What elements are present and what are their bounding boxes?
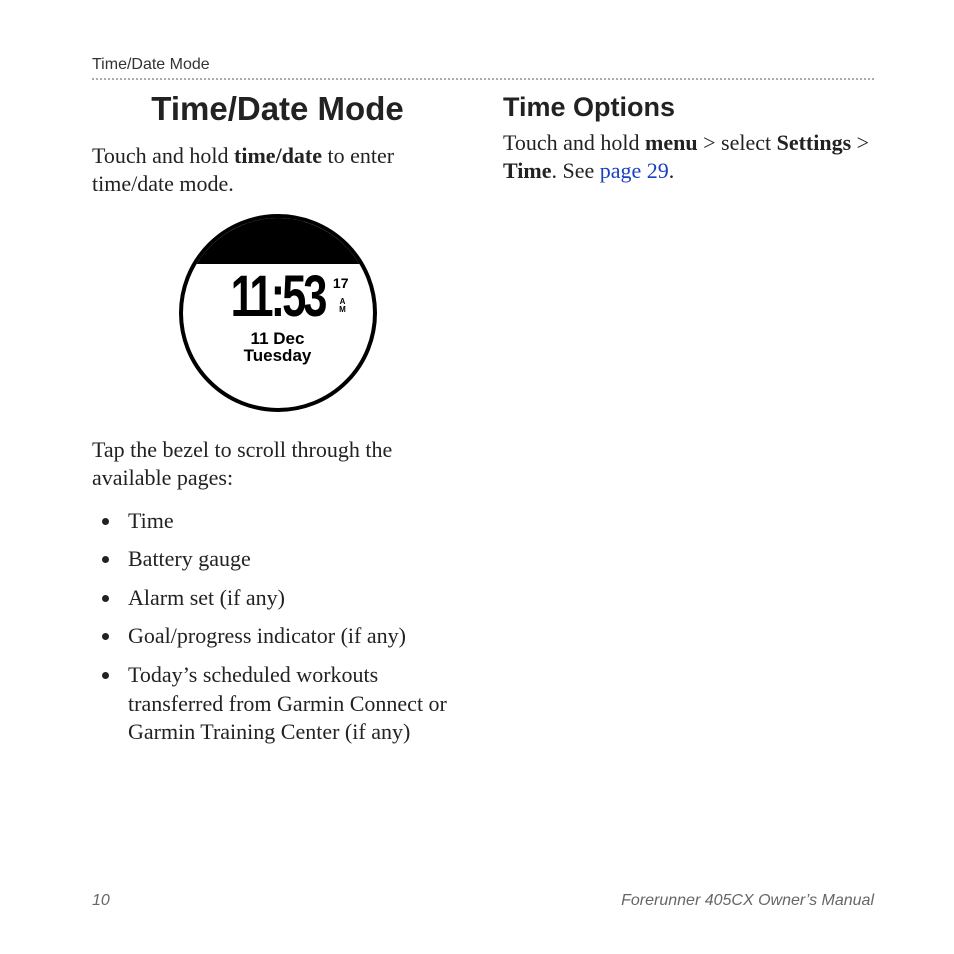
time-options-paragraph: Touch and hold menu > select Settings > …: [503, 129, 874, 185]
manual-page: Time/Date Mode Time/Date Mode Touch and …: [0, 0, 954, 954]
intro-paragraph: Touch and hold time/date to enter time/d…: [92, 142, 463, 198]
text: Touch and hold: [503, 130, 645, 155]
watch-ampm: A M: [337, 298, 349, 314]
text: . See: [551, 158, 599, 183]
page-number: 10: [92, 892, 110, 910]
left-column: Time/Date Mode Touch and hold time/date …: [92, 84, 463, 757]
list-item: Goal/progress indicator (if any): [122, 622, 463, 651]
watch-face-illustration: 11:53 17 A M 11 Dec Tuesday: [179, 214, 377, 412]
text: .: [669, 158, 675, 183]
page-footer: 10 Forerunner 405CX Owner’s Manual: [92, 892, 874, 910]
text: >: [851, 130, 869, 155]
list-item: Time: [122, 507, 463, 536]
list-item: Today’s scheduled workouts transferred f…: [122, 661, 463, 747]
bold-settings: Settings: [777, 130, 852, 155]
watch-time: 11:53: [231, 268, 325, 326]
list-item: Battery gauge: [122, 545, 463, 574]
section-title-time-options: Time Options: [503, 92, 874, 123]
intro-bold-time-date: time/date: [234, 143, 322, 168]
watch-top-arc: [179, 214, 377, 264]
watch-ampm-m: M: [339, 305, 346, 314]
watch-time-row: 11:53 17 A M: [183, 268, 373, 326]
text: > select: [698, 130, 777, 155]
watch-date: 11 Dec: [183, 330, 373, 347]
running-header: Time/Date Mode: [92, 56, 874, 80]
columns: Time/Date Mode Touch and hold time/date …: [92, 84, 874, 757]
bold-time: Time: [503, 158, 551, 183]
page-link-29[interactable]: page 29: [600, 158, 669, 183]
watch-weekday: Tuesday: [183, 347, 373, 365]
watch-date-row: 11 Dec Tuesday: [183, 330, 373, 365]
scroll-intro-paragraph: Tap the bezel to scroll through the avai…: [92, 436, 463, 492]
bold-menu: menu: [645, 130, 698, 155]
pages-list: Time Battery gauge Alarm set (if any) Go…: [92, 507, 463, 747]
manual-title-footer: Forerunner 405CX Owner’s Manual: [621, 892, 874, 910]
right-column: Time Options Touch and hold menu > selec…: [503, 84, 874, 757]
list-item: Alarm set (if any): [122, 584, 463, 613]
watch-illustration-wrap: 11:53 17 A M 11 Dec Tuesday: [92, 214, 463, 412]
section-title-time-date-mode: Time/Date Mode: [92, 90, 463, 128]
intro-pre: Touch and hold: [92, 143, 234, 168]
watch-seconds: 17: [333, 275, 349, 291]
